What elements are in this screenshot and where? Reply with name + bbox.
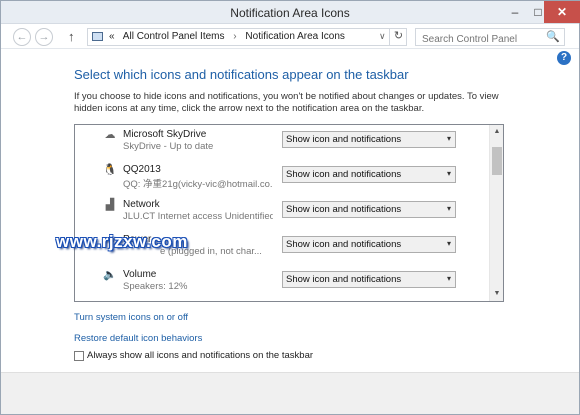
behavior-select[interactable]: Show icon and notifications ▾: [282, 236, 456, 253]
item-status: JLU.CT Internet access Unidentified ...: [123, 211, 273, 222]
window-frame: Notification Area Icons – □ ✕ ← → ↑ « Al…: [0, 0, 580, 415]
title-bar: Notification Area Icons – □ ✕: [1, 1, 580, 24]
close-button[interactable]: ✕: [544, 1, 580, 23]
chevron-down-icon: ▾: [446, 204, 451, 213]
always-show-label[interactable]: Always show all icons and notifications …: [87, 350, 313, 361]
up-button[interactable]: ↑: [68, 29, 75, 44]
scroll-up-icon[interactable]: ▲: [490, 125, 503, 139]
icon-list-panel: ☁ Microsoft SkyDrive SkyDrive - Up to da…: [74, 124, 504, 302]
volume-icon: 🔈: [103, 269, 117, 281]
item-name: QQ2013: [123, 164, 161, 175]
behavior-value: Show icon and notifications: [286, 239, 402, 250]
address-bar: ← → ↑ « All Control Panel Items › Notifi…: [1, 25, 579, 49]
footer-area: [1, 372, 579, 414]
chevron-down-icon: ▾: [446, 239, 451, 248]
item-status: QQ: 净重21g(vicky-vic@hotmail.co...: [123, 179, 273, 190]
list-item: ☁ Microsoft SkyDrive SkyDrive - Up to da…: [75, 125, 489, 160]
behavior-value: Show icon and notifications: [286, 204, 402, 215]
behavior-value: Show icon and notifications: [286, 169, 402, 180]
control-panel-icon: [92, 32, 103, 41]
behavior-select[interactable]: Show icon and notifications ▾: [282, 271, 456, 288]
search-box: 🔍: [415, 28, 565, 48]
address-field[interactable]: « All Control Panel Items › Notification…: [87, 28, 407, 46]
item-name: Volume: [123, 269, 157, 280]
search-icon[interactable]: 🔍: [546, 30, 560, 43]
watermark-text: www.rjzxw.com: [56, 232, 188, 251]
qq-icon: 🐧: [103, 164, 117, 176]
chevron-down-icon: ▾: [446, 169, 451, 178]
forward-button[interactable]: →: [35, 28, 53, 46]
behavior-select[interactable]: Show icon and notifications ▾: [282, 166, 456, 183]
scrollbar-thumb[interactable]: [492, 147, 502, 175]
always-show-checkbox[interactable]: [74, 351, 84, 361]
window-title: Notification Area Icons: [230, 6, 350, 20]
list-item: 🐧 QQ2013 QQ: 净重21g(vicky-vic@hotmail.co.…: [75, 160, 489, 195]
search-input[interactable]: [420, 31, 548, 48]
behavior-select[interactable]: Show icon and notifications ▾: [282, 131, 456, 148]
vertical-scrollbar[interactable]: ▲ ▼: [489, 125, 503, 301]
address-dropdown-icon[interactable]: ∨: [379, 31, 386, 42]
main-content: Select which icons and notifications app…: [1, 50, 579, 372]
restore-defaults-link[interactable]: Restore default icon behaviors: [74, 333, 202, 344]
list-item: ▟ Network JLU.CT Internet access Unident…: [75, 195, 489, 230]
chevron-down-icon: ▾: [446, 274, 451, 283]
item-status: Speakers: 12%: [123, 281, 188, 292]
turn-system-icons-link[interactable]: Turn system icons on or off: [74, 312, 188, 323]
breadcrumb: « All Control Panel Items › Notification…: [109, 31, 351, 42]
behavior-value: Show icon and notifications: [286, 134, 402, 145]
page-heading: Select which icons and notifications app…: [74, 67, 409, 82]
back-button[interactable]: ←: [13, 28, 31, 46]
chevron-down-icon: ▾: [446, 134, 451, 143]
network-icon: ▟: [105, 199, 115, 211]
help-icon[interactable]: ?: [557, 51, 571, 65]
breadcrumb-overflow[interactable]: «: [109, 31, 115, 42]
item-name: Network: [123, 199, 160, 210]
behavior-value: Show icon and notifications: [286, 274, 402, 285]
item-status: SkyDrive - Up to date: [123, 141, 214, 152]
refresh-button[interactable]: ↻: [389, 28, 407, 46]
list-item: 🔈 Volume Speakers: 12% Show icon and not…: [75, 265, 489, 300]
scroll-down-icon[interactable]: ▼: [490, 287, 503, 301]
item-name: Microsoft SkyDrive: [123, 129, 207, 140]
breadcrumb-separator[interactable]: ›: [233, 31, 236, 42]
breadcrumb-notification-icons[interactable]: Notification Area Icons: [245, 31, 345, 42]
behavior-select[interactable]: Show icon and notifications ▾: [282, 201, 456, 218]
breadcrumb-all-items[interactable]: All Control Panel Items: [123, 31, 225, 42]
skydrive-icon: ☁: [104, 129, 116, 141]
page-description: If you choose to hide icons and notifica…: [74, 91, 499, 114]
